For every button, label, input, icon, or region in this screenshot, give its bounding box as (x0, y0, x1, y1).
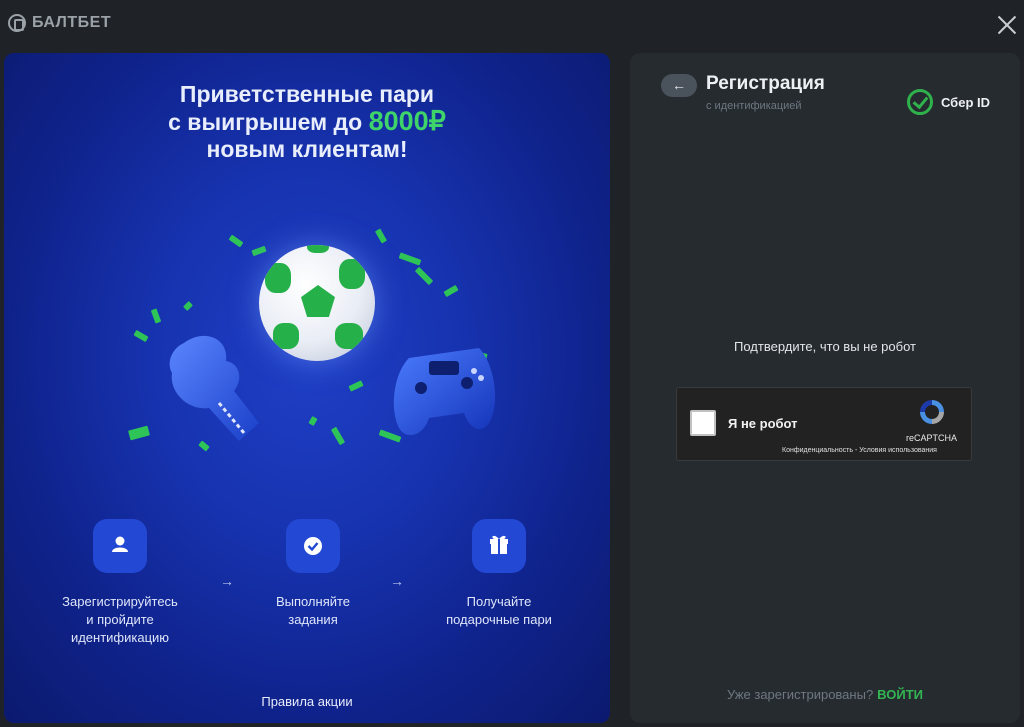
step-label-line: Выполняйте (275, 594, 351, 609)
sber-id-label: Сбер ID (940, 94, 990, 110)
boxing-glove-icon (169, 335, 259, 441)
promo-step-rewards: Получайте подарочные пари (414, 519, 584, 629)
confetti (348, 380, 364, 392)
promo-illustration (114, 218, 514, 518)
step-label-line: подарочные пари (446, 612, 552, 627)
promo-step-register: Зарегистрируйтесь и пройдите идентификац… (35, 519, 205, 647)
promo-title-line2: с выигрышем до 8000₽ (4, 108, 610, 136)
ball-patch (273, 323, 299, 349)
promo-step-tasks: Выполняйте задания (228, 519, 398, 629)
recaptcha-widget: Я не робот reCAPTCHA Конфиденциальность … (676, 387, 972, 461)
ball-patch (301, 285, 335, 317)
user-icon (93, 519, 147, 573)
confetti (443, 284, 459, 298)
ball-patch (335, 323, 363, 349)
promo-title-line3: новым клиентам! (206, 136, 408, 162)
check-icon (286, 519, 340, 573)
step-label: Получайте подарочные пари (414, 593, 584, 629)
gift-icon (472, 519, 526, 573)
confetti (330, 426, 346, 446)
registration-panel: ← Регистрация с идентификацией Сбер ID П… (630, 53, 1020, 723)
sber-logo-icon (906, 89, 933, 115)
step-label-line: и пройдите (86, 612, 154, 627)
confetti (128, 425, 150, 441)
confetti (133, 329, 149, 343)
step-label-line: задания (288, 612, 338, 627)
close-icon[interactable] (994, 12, 1020, 38)
promo-panel: Приветственные пари с выигрышем до 8000₽… (4, 53, 610, 723)
registration-subtitle: с идентификацией (706, 100, 802, 112)
promo-title: Приветственные пари с выигрышем до 8000₽… (4, 81, 610, 163)
confetti (398, 252, 422, 266)
step-label-line: Зарегистрируйтесь (62, 594, 178, 609)
confetti (183, 301, 193, 311)
recaptcha-label: Я не робот (728, 416, 798, 431)
gamepad-icon (393, 348, 496, 436)
arrow-right-icon: → (390, 573, 404, 589)
confetti (150, 308, 162, 324)
login-link[interactable]: ВОЙТИ (877, 687, 923, 702)
promo-title-prefix: с выигрышем до (168, 109, 369, 135)
logo-text: БАЛТБЕТ (32, 14, 112, 31)
back-button[interactable]: ← (661, 74, 697, 97)
recaptcha-terms-link[interactable]: Условия использования (859, 447, 937, 454)
already-registered-text: Уже зарегистрированы? (727, 687, 874, 702)
step-label-line: идентификацию (70, 630, 170, 645)
football-icon (259, 245, 375, 361)
brand-logo[interactable]: БАЛТБЕТ (8, 14, 111, 32)
step-label: Зарегистрируйтесь и пройдите идентификац… (35, 593, 205, 647)
registration-title: Регистрация (706, 73, 825, 94)
confetti (374, 228, 388, 244)
confetti (228, 234, 244, 248)
confetti (251, 245, 267, 257)
recaptcha-privacy-link[interactable]: Конфиденциальность (782, 447, 853, 454)
recaptcha-logo-icon (920, 400, 944, 424)
promo-title-line1: Приветственные пари (179, 81, 435, 107)
step-label-line: Получайте (466, 594, 532, 609)
promo-amount: 8000₽ (368, 106, 446, 136)
recaptcha-links: Конфиденциальность - Условия использован… (782, 447, 937, 454)
top-bar: БАЛТБЕТ (0, 0, 1024, 50)
recaptcha-brand: reCAPTCHA (906, 433, 958, 443)
already-registered: Уже зарегистрированы? ВОЙТИ (630, 687, 1020, 702)
promo-rules-link[interactable]: Правила акции (4, 694, 610, 709)
robot-prompt: Подтвердите, что вы не робот (734, 339, 916, 354)
recaptcha-checkbox[interactable] (690, 410, 716, 436)
ball-patch (307, 245, 329, 253)
step-label: Выполняйте задания (228, 593, 398, 629)
ball-patch (339, 259, 365, 289)
ball-patch (265, 263, 291, 293)
logo-icon (8, 14, 26, 32)
confetti (414, 266, 434, 286)
sber-id-button[interactable]: Сбер ID (906, 89, 990, 115)
confetti (308, 416, 318, 426)
